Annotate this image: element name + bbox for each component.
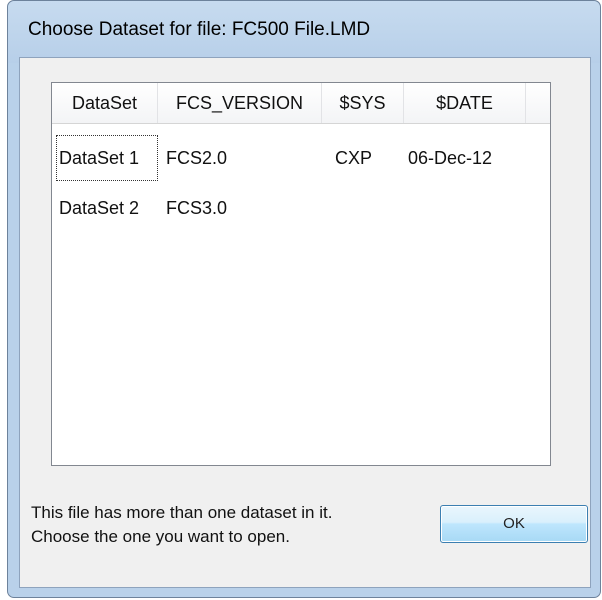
column-header-fcs-version[interactable]: FCS_VERSION bbox=[158, 83, 322, 123]
dialog-body: DataSet FCS_VERSION $SYS $DATE DataSet 1… bbox=[19, 57, 591, 588]
list-header: DataSet FCS_VERSION $SYS $DATE bbox=[52, 83, 550, 124]
cell-fcs-version: FCS2.0 bbox=[166, 148, 228, 168]
info-message: This file has more than one dataset in i… bbox=[31, 501, 332, 549]
list-row-dataset-1[interactable]: DataSet 1 FCS2.0 CXP 06-Dec-12 bbox=[52, 133, 550, 183]
list-row-dataset-2[interactable]: DataSet 2 FCS3.0 bbox=[52, 183, 550, 233]
title-bar[interactable]: Choose Dataset for file: FC500 File.LMD bbox=[8, 1, 600, 63]
cell-dataset-name: DataSet 1 bbox=[54, 133, 160, 183]
ok-button[interactable]: OK bbox=[440, 505, 588, 543]
dialog-title: Choose Dataset for file: FC500 File.LMD bbox=[28, 19, 371, 40]
column-header-dataset[interactable]: DataSet bbox=[52, 83, 158, 123]
column-header-date[interactable]: $DATE bbox=[404, 83, 526, 123]
message-line-2: Choose the one you want to open. bbox=[31, 527, 290, 546]
cell-date: 06-Dec-12 bbox=[408, 148, 493, 168]
dataset-list[interactable]: DataSet FCS_VERSION $SYS $DATE DataSet 1… bbox=[51, 82, 551, 466]
message-line-1: This file has more than one dataset in i… bbox=[31, 503, 333, 522]
cell-fcs-version: FCS3.0 bbox=[166, 198, 228, 218]
cell-dataset-name: DataSet 2 bbox=[59, 198, 140, 218]
dialog-window: Choose Dataset for file: FC500 File.LMD … bbox=[7, 0, 601, 598]
cell-sys: CXP bbox=[335, 148, 373, 168]
column-header-sys[interactable]: $SYS bbox=[322, 83, 404, 123]
